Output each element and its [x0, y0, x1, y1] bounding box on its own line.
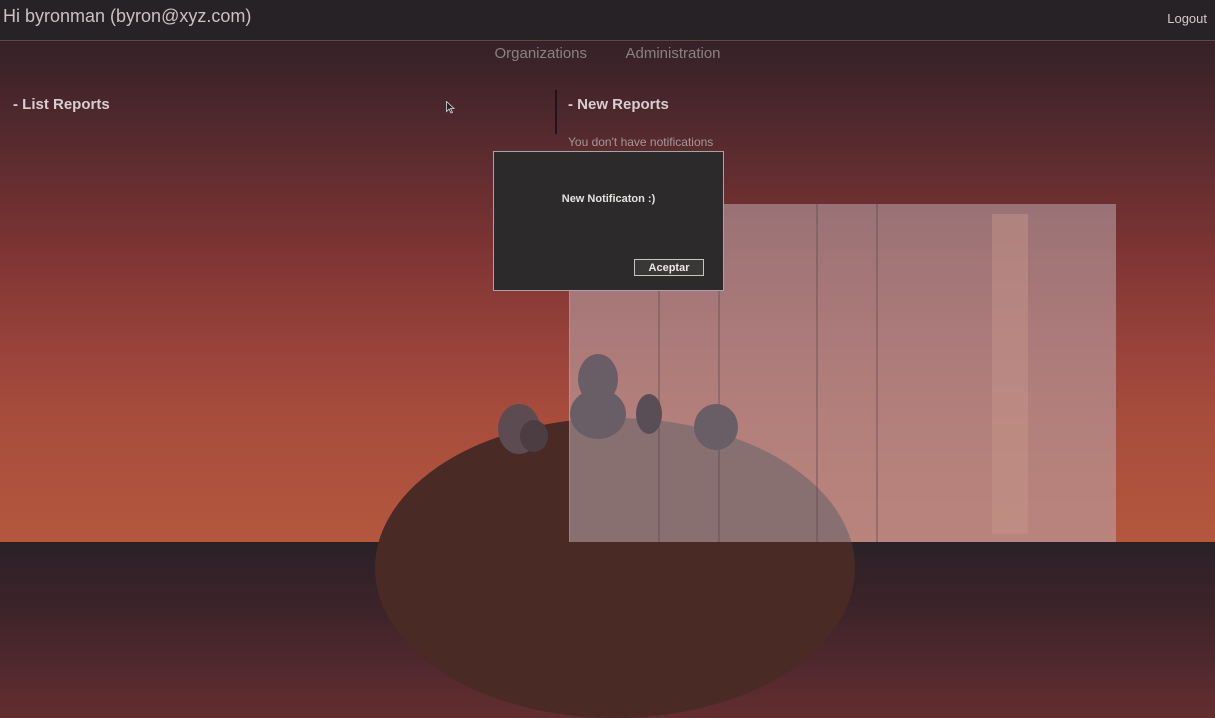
mouse-pointer-icon [446, 101, 455, 114]
column-divider [555, 90, 557, 134]
notification-dialog: New Notificaton :) Aceptar [493, 151, 724, 291]
panel-line [816, 204, 818, 542]
accept-button[interactable]: Aceptar [634, 259, 704, 276]
dialog-message: New Notificaton :) [561, 193, 656, 205]
background-figure [570, 389, 626, 439]
nav-item-administration[interactable]: Administration [625, 45, 720, 62]
background-figure [694, 404, 738, 450]
background-shape [520, 420, 548, 452]
main-nav: Organizations Administration [0, 45, 1215, 63]
panel-line [876, 204, 878, 542]
new-reports-heading[interactable]: - New Reports [568, 96, 669, 113]
logout-link[interactable]: Logout [1167, 11, 1207, 26]
no-notifications-text: You don't have notifications [568, 135, 714, 149]
list-reports-heading[interactable]: - List Reports [13, 96, 110, 113]
top-bar: Hi byronman (byron@xyz.com) Logout [0, 0, 1215, 41]
panel-pole [992, 214, 1028, 534]
nav-item-organizations[interactable]: Organizations [494, 45, 587, 62]
background-figure [636, 394, 662, 434]
user-greeting: Hi byronman (byron@xyz.com) [3, 6, 252, 26]
